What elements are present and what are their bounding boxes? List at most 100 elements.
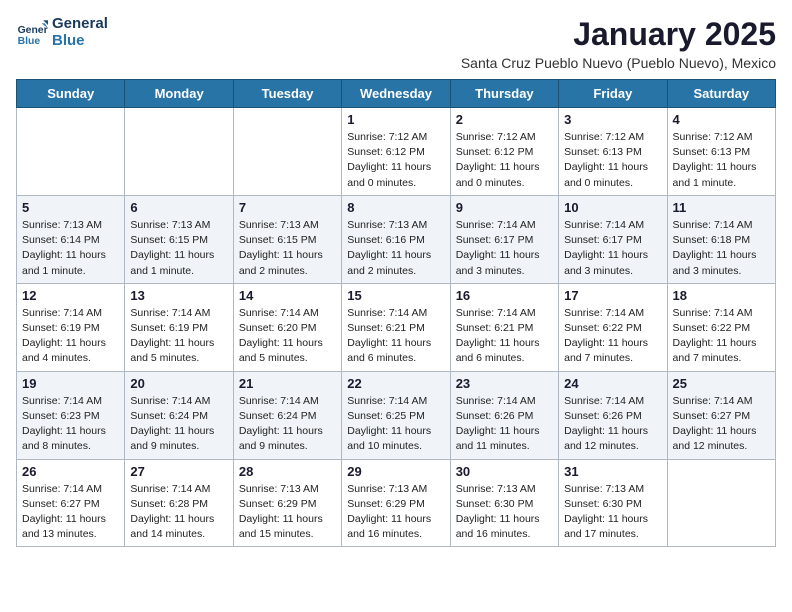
calendar-cell	[667, 459, 775, 547]
calendar-cell: 16 Sunrise: 7:14 AM Sunset: 6:21 PM Dayli…	[450, 283, 558, 371]
calendar-cell: 18Sunrise: 7:14 AM Sunset: 6:22 PM Dayli…	[667, 283, 775, 371]
col-header-monday: Monday	[125, 80, 233, 108]
logo-icon: General Blue	[16, 17, 48, 49]
calendar-cell: 26 Sunrise: 7:14 AM Sunset: 6:27 PM Dayli…	[17, 459, 125, 547]
day-number: 27	[130, 464, 227, 479]
day-info: Sunrise: 7:14 AM Sunset: 6:21 PM Dayligh…	[347, 306, 444, 367]
day-number: 31	[564, 464, 661, 479]
day-number: 14	[239, 288, 336, 303]
day-info: Sunrise: 7:14 AM Sunset: 6:24 PM Dayligh…	[130, 394, 227, 455]
calendar-cell: 28 Sunrise: 7:13 AM Sunset: 6:29 PM Dayli…	[233, 459, 341, 547]
calendar: SundayMondayTuesdayWednesdayThursdayFrid…	[16, 79, 776, 547]
day-number: 24	[564, 376, 661, 391]
day-info: Sunrise: 7:14 AM Sunset: 6:23 PM Dayligh…	[22, 394, 119, 455]
calendar-cell: 2 Sunrise: 7:12 AM Sunset: 6:12 PM Daylig…	[450, 108, 558, 196]
calendar-cell: 15 Sunrise: 7:14 AM Sunset: 6:21 PM Dayli…	[342, 283, 450, 371]
day-number: 28	[239, 464, 336, 479]
calendar-cell	[125, 108, 233, 196]
day-info: Sunrise: 7:13 AM Sunset: 6:29 PM Dayligh…	[347, 482, 444, 543]
calendar-cell: 12Sunrise: 7:14 AM Sunset: 6:19 PM Dayli…	[17, 283, 125, 371]
day-info: Sunrise: 7:13 AM Sunset: 6:15 PM Dayligh…	[239, 218, 336, 279]
day-info: Sunrise: 7:13 AM Sunset: 6:15 PM Dayligh…	[130, 218, 227, 279]
day-number: 21	[239, 376, 336, 391]
page-header: General Blue General Blue January 2025 S…	[16, 16, 776, 71]
calendar-cell: 29 Sunrise: 7:13 AM Sunset: 6:29 PM Dayli…	[342, 459, 450, 547]
day-number: 9	[456, 200, 553, 215]
col-header-wednesday: Wednesday	[342, 80, 450, 108]
title-block: January 2025 Santa Cruz Pueblo Nuevo (Pu…	[461, 16, 776, 71]
day-info: Sunrise: 7:14 AM Sunset: 6:24 PM Dayligh…	[239, 394, 336, 455]
location-title: Santa Cruz Pueblo Nuevo (Pueblo Nuevo), …	[461, 55, 776, 71]
day-number: 29	[347, 464, 444, 479]
day-number: 6	[130, 200, 227, 215]
logo-text-blue: Blue	[52, 33, 108, 50]
calendar-week-row: 26 Sunrise: 7:14 AM Sunset: 6:27 PM Dayli…	[17, 459, 776, 547]
calendar-week-row: 12 Sunrise: 7:14 AM Sunset: 6:19 PM Dayli…	[17, 283, 776, 371]
day-number: 12	[22, 288, 119, 303]
calendar-cell: 22Sunrise: 7:14 AM Sunset: 6:25 PM Dayli…	[342, 371, 450, 459]
calendar-cell: 31 Sunrise: 7:13 AM Sunset: 6:30 PM Dayli…	[559, 459, 667, 547]
day-number: 5	[22, 200, 119, 215]
day-number: 26	[22, 464, 119, 479]
calendar-cell: 7 Sunrise: 7:13 AM Sunset: 6:15 PM Daylig…	[233, 195, 341, 283]
calendar-cell: 14 Sunrise: 7:14 AM Sunset: 6:20 PM Dayli…	[233, 283, 341, 371]
day-number: 13	[130, 288, 227, 303]
day-info: Sunrise: 7:12 AM Sunset: 6:12 PM Dayligh…	[347, 130, 444, 191]
day-number: 4	[673, 112, 770, 127]
calendar-cell: 30Sunrise: 7:13 AM Sunset: 6:30 PM Dayli…	[450, 459, 558, 547]
day-info: Sunrise: 7:14 AM Sunset: 6:26 PM Dayligh…	[456, 394, 553, 455]
day-number: 20	[130, 376, 227, 391]
day-info: Sunrise: 7:14 AM Sunset: 6:18 PM Dayligh…	[673, 218, 770, 279]
day-info: Sunrise: 7:14 AM Sunset: 6:27 PM Dayligh…	[22, 482, 119, 543]
day-info: Sunrise: 7:14 AM Sunset: 6:21 PM Dayligh…	[456, 306, 553, 367]
day-info: Sunrise: 7:14 AM Sunset: 6:19 PM Dayligh…	[130, 306, 227, 367]
day-info: Sunrise: 7:12 AM Sunset: 6:12 PM Dayligh…	[456, 130, 553, 191]
svg-text:General: General	[18, 25, 48, 36]
calendar-cell: 1Sunrise: 7:12 AM Sunset: 6:12 PM Daylig…	[342, 108, 450, 196]
calendar-week-row: 5 Sunrise: 7:13 AM Sunset: 6:14 PM Daylig…	[17, 195, 776, 283]
calendar-cell: 19 Sunrise: 7:14 AM Sunset: 6:23 PM Dayli…	[17, 371, 125, 459]
day-number: 18	[673, 288, 770, 303]
calendar-cell: 25Sunrise: 7:14 AM Sunset: 6:27 PM Dayli…	[667, 371, 775, 459]
calendar-cell: 6 Sunrise: 7:13 AM Sunset: 6:15 PM Daylig…	[125, 195, 233, 283]
calendar-cell: 21 Sunrise: 7:14 AM Sunset: 6:24 PM Dayli…	[233, 371, 341, 459]
calendar-cell: 27 Sunrise: 7:14 AM Sunset: 6:28 PM Dayli…	[125, 459, 233, 547]
col-header-saturday: Saturday	[667, 80, 775, 108]
day-number: 16	[456, 288, 553, 303]
day-number: 30	[456, 464, 553, 479]
calendar-cell: 4Sunrise: 7:12 AM Sunset: 6:13 PM Daylig…	[667, 108, 775, 196]
col-header-tuesday: Tuesday	[233, 80, 341, 108]
day-number: 25	[673, 376, 770, 391]
day-number: 17	[564, 288, 661, 303]
day-info: Sunrise: 7:13 AM Sunset: 6:14 PM Dayligh…	[22, 218, 119, 279]
day-number: 15	[347, 288, 444, 303]
calendar-cell: 13 Sunrise: 7:14 AM Sunset: 6:19 PM Dayli…	[125, 283, 233, 371]
calendar-cell: 5 Sunrise: 7:13 AM Sunset: 6:14 PM Daylig…	[17, 195, 125, 283]
logo: General Blue General Blue	[16, 16, 108, 49]
day-info: Sunrise: 7:14 AM Sunset: 6:22 PM Dayligh…	[564, 306, 661, 367]
day-number: 23	[456, 376, 553, 391]
day-info: Sunrise: 7:12 AM Sunset: 6:13 PM Dayligh…	[564, 130, 661, 191]
day-number: 8	[347, 200, 444, 215]
calendar-cell: 8 Sunrise: 7:13 AM Sunset: 6:16 PM Daylig…	[342, 195, 450, 283]
logo-text-general: General	[52, 16, 108, 33]
day-number: 7	[239, 200, 336, 215]
col-header-friday: Friday	[559, 80, 667, 108]
day-info: Sunrise: 7:14 AM Sunset: 6:17 PM Dayligh…	[564, 218, 661, 279]
col-header-thursday: Thursday	[450, 80, 558, 108]
day-info: Sunrise: 7:13 AM Sunset: 6:30 PM Dayligh…	[564, 482, 661, 543]
day-info: Sunrise: 7:13 AM Sunset: 6:16 PM Dayligh…	[347, 218, 444, 279]
day-number: 22	[347, 376, 444, 391]
calendar-cell	[17, 108, 125, 196]
svg-text:Blue: Blue	[18, 36, 41, 47]
day-number: 19	[22, 376, 119, 391]
day-info: Sunrise: 7:14 AM Sunset: 6:28 PM Dayligh…	[130, 482, 227, 543]
calendar-cell: 10 Sunrise: 7:14 AM Sunset: 6:17 PM Dayli…	[559, 195, 667, 283]
day-info: Sunrise: 7:13 AM Sunset: 6:29 PM Dayligh…	[239, 482, 336, 543]
day-number: 2	[456, 112, 553, 127]
calendar-cell: 11Sunrise: 7:14 AM Sunset: 6:18 PM Dayli…	[667, 195, 775, 283]
calendar-cell: 9Sunrise: 7:14 AM Sunset: 6:17 PM Daylig…	[450, 195, 558, 283]
day-info: Sunrise: 7:14 AM Sunset: 6:20 PM Dayligh…	[239, 306, 336, 367]
calendar-cell: 20 Sunrise: 7:14 AM Sunset: 6:24 PM Dayli…	[125, 371, 233, 459]
day-number: 10	[564, 200, 661, 215]
